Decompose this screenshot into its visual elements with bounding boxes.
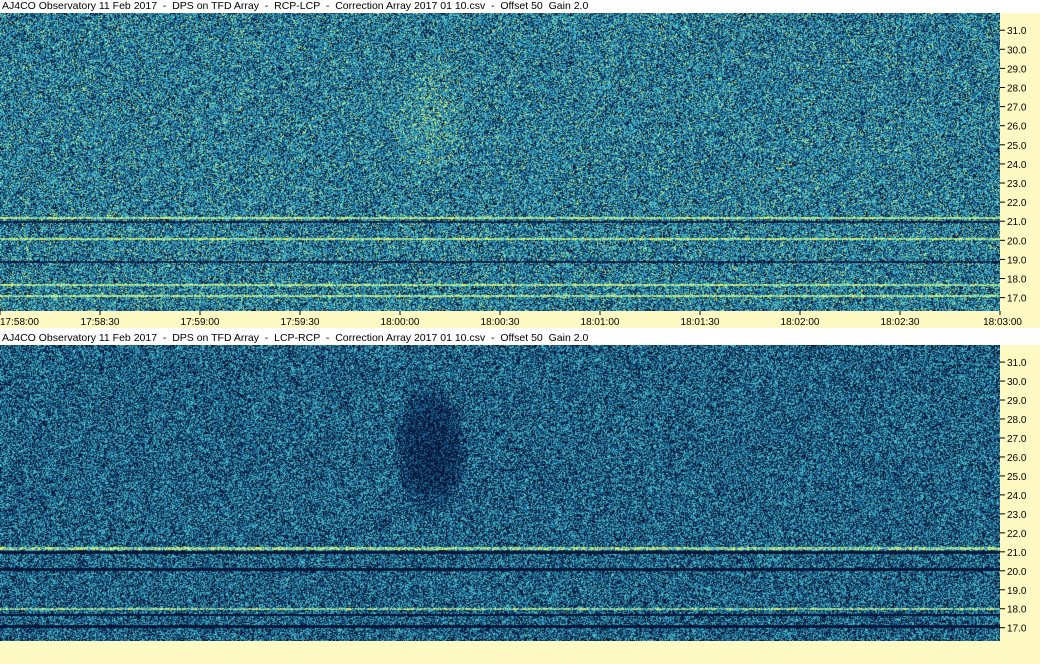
spectrogram-heatmap-rcp-lcp (0, 13, 1000, 311)
time-tick-label: 17:58:30 (81, 317, 120, 328)
panel-2-title: AJ4CO Observatory 11 Feb 2017 - DPS on T… (0, 332, 1040, 345)
freq-tick-label: 20.0 (1007, 236, 1027, 247)
freq-tick-label: 18.0 (1007, 275, 1027, 286)
spectrogram-heatmap-lcp-rcp (0, 345, 1000, 641)
freq-tick-label: 19.0 (1007, 586, 1027, 597)
freq-tick-label: 31.0 (1007, 358, 1027, 369)
freq-tick-label: 29.0 (1007, 64, 1027, 75)
freq-tick-label: 31.0 (1007, 26, 1027, 37)
freq-tick-label: 28.0 (1007, 84, 1027, 95)
panel-1-title: AJ4CO Observatory 11 Feb 2017 - DPS on T… (0, 0, 1040, 13)
time-tick-label: 17:58:00 (0, 317, 39, 328)
spectrogram-panel-lcp-rcp: 17.0 18.0 19.0 20.0 21.0 22.0 23.0 24.0 25.0 26.0… (0, 345, 1040, 641)
freq-tick-label: 17.0 (1007, 294, 1027, 305)
freq-tick-label: 17.0 (1007, 624, 1027, 635)
frequency-axis-rcp-lcp: 17.0 18.0 19.0 20.0 21.0 22.0 23.0 24.0 25.0 26.0… (1000, 13, 1040, 311)
freq-tick-label: 29.0 (1007, 396, 1027, 407)
freq-tick-label: 28.0 (1007, 415, 1027, 426)
freq-tick-label: 25.0 (1007, 141, 1027, 152)
time-axis-svg: 17:58:00 17:58:30 17:59:00 17:59:30 18:00:00… (0, 311, 1022, 328)
time-tick-label: 17:59:30 (281, 317, 320, 328)
freq-tick-label: 23.0 (1007, 179, 1027, 190)
freq-tick-label: 18.0 (1007, 605, 1027, 616)
freq-tick-label: 19.0 (1007, 255, 1027, 266)
freq-tick-label: 24.0 (1007, 160, 1027, 171)
time-tick-label: 18:00:30 (481, 317, 520, 328)
time-tick-label: 18:02:00 (781, 317, 820, 328)
freq-tick-label: 27.0 (1007, 103, 1027, 114)
freq-tick-label: 30.0 (1007, 45, 1027, 56)
frequency-axis-svg-rcp-lcp: 17.0 18.0 19.0 20.0 21.0 22.0 23.0 24.0 25.0 26.0… (1000, 26, 1027, 305)
freq-tick-label: 27.0 (1007, 434, 1027, 445)
spectrogram-panel-rcp-lcp: 17.0 18.0 19.0 20.0 21.0 22.0 23.0 24.0 25.0 26.0… (0, 13, 1040, 311)
time-tick-label: 18:01:30 (681, 317, 720, 328)
freq-tick-label: 30.0 (1007, 377, 1027, 388)
freq-tick-label: 22.0 (1007, 198, 1027, 209)
freq-tick-label: 25.0 (1007, 472, 1027, 483)
frequency-axis-lcp-rcp: 17.0 18.0 19.0 20.0 21.0 22.0 23.0 24.0 25.0 26.0… (1000, 345, 1040, 641)
freq-tick-label: 26.0 (1007, 453, 1027, 464)
freq-tick-label: 20.0 (1007, 567, 1027, 578)
freq-tick-label: 26.0 (1007, 122, 1027, 133)
time-tick-label: 18:02:30 (881, 317, 920, 328)
freq-tick-label: 21.0 (1007, 548, 1027, 559)
freq-tick-label: 21.0 (1007, 217, 1027, 228)
frequency-axis-svg-lcp-rcp: 17.0 18.0 19.0 20.0 21.0 22.0 23.0 24.0 25.0 26.0… (1000, 358, 1027, 635)
time-tick-label: 18:03:00 (983, 317, 1022, 328)
freq-tick-label: 23.0 (1007, 510, 1027, 521)
freq-tick-label: 22.0 (1007, 529, 1027, 540)
time-tick-label: 17:59:00 (181, 317, 220, 328)
time-tick-label: 18:01:00 (581, 317, 620, 328)
time-axis: 17:58:00 17:58:30 17:59:00 17:59:30 18:00:00… (0, 311, 1040, 328)
time-tick-label: 18:00:00 (381, 317, 420, 328)
freq-tick-label: 24.0 (1007, 491, 1027, 502)
bottom-axis-strip (0, 641, 1040, 664)
